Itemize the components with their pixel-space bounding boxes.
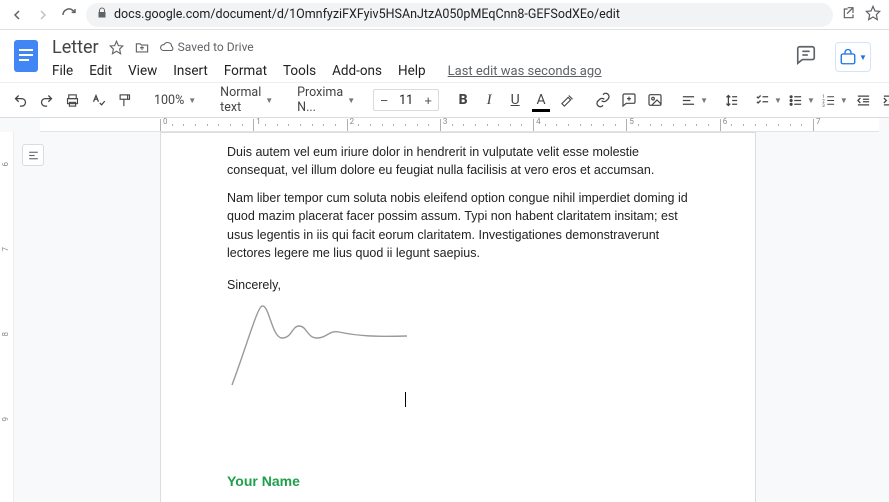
paragraph[interactable]: Nam liber tempor cum soluta nobis eleife…: [227, 189, 689, 262]
highlight-button[interactable]: [555, 87, 579, 113]
line-spacing-dropdown[interactable]: [722, 87, 741, 113]
menu-bar: File Edit View Insert Format Tools Add-o…: [52, 60, 785, 82]
align-dropdown[interactable]: ▼: [679, 87, 710, 113]
closing-line[interactable]: Sincerely,: [227, 276, 689, 294]
docs-logo-icon[interactable]: [10, 36, 42, 76]
bold-button[interactable]: B: [451, 87, 475, 113]
menu-edit[interactable]: Edit: [89, 63, 112, 79]
address-bar[interactable]: docs.google.com/document/d/1OmnfyziFXFyi…: [86, 3, 833, 27]
indent-decrease-button[interactable]: [852, 87, 876, 113]
move-document-icon[interactable]: [134, 40, 150, 55]
add-comment-button[interactable]: [617, 87, 641, 113]
name-placeholder[interactable]: Your Name: [227, 471, 689, 491]
undo-button[interactable]: [8, 87, 32, 113]
insert-link-button[interactable]: [591, 87, 615, 113]
redo-button[interactable]: [34, 87, 58, 113]
paint-format-button[interactable]: [112, 87, 136, 113]
signature-image[interactable]: [227, 300, 689, 388]
horizontal-ruler[interactable]: [40, 118, 879, 132]
menu-addons[interactable]: Add-ons: [332, 63, 382, 79]
star-icon[interactable]: [865, 5, 881, 25]
insert-image-button[interactable]: [643, 87, 667, 113]
lock-icon: [96, 7, 108, 23]
vertical-ruler[interactable]: 678910: [0, 132, 14, 502]
font-size-decrement[interactable]: −: [374, 90, 394, 110]
zoom-dropdown[interactable]: 100%▼: [148, 87, 202, 113]
browser-url-bar: docs.google.com/document/d/1OmnfyziFXFyi…: [0, 0, 889, 30]
forward-button[interactable]: [34, 6, 52, 24]
reload-button[interactable]: [60, 6, 78, 24]
cloud-icon: [160, 40, 174, 54]
share-url-icon[interactable]: [841, 5, 857, 25]
font-size-value[interactable]: 11: [394, 93, 418, 108]
drive-status[interactable]: Saved to Drive: [160, 40, 254, 54]
font-dropdown[interactable]: Proxima N...▼: [291, 87, 361, 113]
last-edit-link[interactable]: Last edit was seconds ago: [448, 64, 602, 79]
back-button[interactable]: [8, 6, 26, 24]
paragraph[interactable]: Duis autem vel eum iriure dolor in hendr…: [227, 143, 689, 179]
share-button[interactable]: ▼: [835, 42, 871, 72]
menu-view[interactable]: View: [128, 63, 157, 79]
menu-insert[interactable]: Insert: [173, 63, 208, 79]
checklist-button[interactable]: ▼: [753, 87, 784, 113]
menu-tools[interactable]: Tools: [283, 63, 316, 79]
text-cursor: [405, 392, 406, 407]
numbered-list-button[interactable]: 123▼: [819, 87, 850, 113]
open-comments-icon[interactable]: [795, 44, 817, 70]
text-color-button[interactable]: A: [529, 87, 553, 113]
underline-button[interactable]: U: [503, 87, 527, 113]
menu-format[interactable]: Format: [224, 63, 267, 79]
bulleted-list-button[interactable]: ▼: [786, 87, 817, 113]
spellcheck-button[interactable]: [86, 87, 110, 113]
toolbar: 100%▼ Normal text▼ Proxima N...▼ − 11 + …: [0, 82, 889, 118]
italic-button[interactable]: I: [477, 87, 501, 113]
star-document-icon[interactable]: [109, 40, 124, 55]
url-text: docs.google.com/document/d/1OmnfyziFXFyi…: [114, 7, 620, 22]
paragraph-style-dropdown[interactable]: Normal text▼: [214, 87, 279, 113]
show-outline-button[interactable]: [22, 144, 44, 166]
workspace: 678910 Duis autem vel eum iriure dolor i…: [0, 118, 889, 502]
font-size-stepper[interactable]: − 11 +: [373, 89, 439, 111]
menu-help[interactable]: Help: [398, 63, 426, 79]
document-title[interactable]: Letter: [52, 37, 99, 58]
indent-increase-button[interactable]: [878, 87, 889, 113]
document-page[interactable]: Duis autem vel eum iriure dolor in hendr…: [160, 132, 756, 502]
title-bar: Letter Saved to Drive File Edit View Ins…: [0, 30, 889, 82]
font-size-increment[interactable]: +: [418, 90, 438, 110]
print-button[interactable]: [60, 87, 84, 113]
svg-text:3: 3: [822, 103, 825, 107]
menu-file[interactable]: File: [52, 63, 73, 79]
